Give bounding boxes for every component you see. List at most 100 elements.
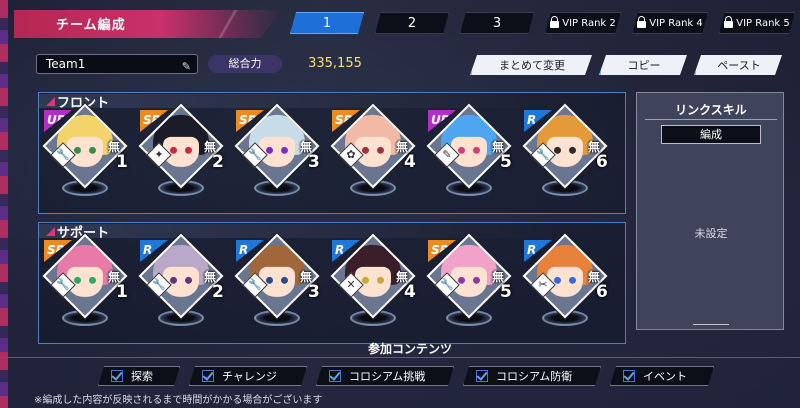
content-toggle-colosseum-defense[interactable]: コロシアム防衛 — [463, 366, 601, 386]
link-skill-edit-button[interactable]: 編成 — [661, 125, 761, 144]
content-toggle-explore[interactable]: 探索 — [98, 366, 180, 386]
slot-number: 5 — [500, 282, 512, 302]
weapon-glyph: ✦ — [154, 148, 164, 161]
weapon-glyph: 🔧 — [248, 278, 262, 291]
content-label: 探索 — [131, 370, 153, 383]
eye — [170, 276, 177, 284]
character-slot[interactable]: R 🔧 無 3 — [234, 233, 326, 346]
eye — [569, 146, 576, 154]
link-skill-empty: 未設定 — [694, 227, 728, 240]
eye — [185, 276, 192, 284]
eye — [377, 276, 384, 284]
character-slot[interactable]: SR 🔧 無 1 — [42, 233, 134, 346]
weapon-glyph: 🔧 — [440, 278, 454, 291]
slot-number: 3 — [308, 152, 320, 172]
eye — [89, 146, 96, 154]
total-power-label: 総合力 — [208, 55, 282, 73]
eye — [473, 276, 480, 284]
tab-locked-vip2[interactable]: VIP Rank 2 — [545, 12, 621, 34]
character-slot[interactable]: UR 🔧 無 1 — [42, 103, 134, 216]
eye — [185, 146, 192, 154]
weapon-glyph: 🔧 — [56, 278, 70, 291]
eye — [89, 276, 96, 284]
character-slot[interactable]: SR 🔧 無 5 — [426, 233, 518, 346]
action-buttons: まとめて変更 コピー ペースト — [470, 55, 782, 75]
tab-locked-label: VIP Rank 5 — [736, 17, 790, 29]
weapon-glyph: ✿ — [346, 148, 356, 161]
eye — [362, 276, 369, 284]
link-skill-title: リンクスキル — [675, 103, 747, 117]
panel-decoration — [693, 319, 729, 325]
character-slot[interactable]: R 🔧 無 2 — [138, 233, 230, 346]
tab-team-3[interactable]: 3 — [460, 12, 534, 34]
slot-number: 3 — [308, 282, 320, 302]
eye — [473, 146, 480, 154]
weapon-glyph: ✎ — [442, 148, 452, 161]
pen-icon[interactable]: ✎ — [182, 58, 191, 76]
divider — [645, 119, 777, 120]
checkbox-icon — [111, 370, 123, 382]
copy-button[interactable]: コピー — [599, 55, 687, 75]
bulk-change-button[interactable]: まとめて変更 — [470, 55, 592, 75]
checkbox-icon — [202, 370, 214, 382]
content-label: コロシアム挑戦 — [349, 370, 426, 383]
lock-icon — [724, 20, 733, 29]
content-label: コロシアム防衛 — [496, 370, 573, 383]
slot-number: 6 — [596, 282, 608, 302]
footnote: ※編成した内容が反映されるまで時間がかかる場合がございます — [34, 395, 323, 406]
slot-number: 2 — [212, 152, 224, 172]
content-label: イベント — [643, 370, 687, 383]
eye — [74, 146, 81, 154]
contents-list: 探索 チャレンジ コロシアム挑戦 コロシアム防衛 イベント — [98, 366, 714, 386]
weapon-glyph: 🔧 — [152, 278, 166, 291]
content-toggle-challenge[interactable]: チャレンジ — [189, 366, 307, 386]
divider — [0, 357, 800, 358]
tab-locked-vip5[interactable]: VIP Rank 5 — [719, 12, 795, 34]
checkbox-icon — [329, 370, 341, 382]
page-title: チーム編成 — [56, 18, 126, 33]
character-slot[interactable]: R ✂ 無 6 — [522, 233, 614, 346]
character-slot[interactable]: SR 🔧 無 3 — [234, 103, 326, 216]
content-toggle-colosseum-challenge[interactable]: コロシアム挑戦 — [316, 366, 454, 386]
eye — [266, 276, 273, 284]
eye — [554, 276, 561, 284]
slot-number: 1 — [116, 152, 128, 172]
left-decor-strip — [0, 0, 8, 408]
tab-locked-vip4[interactable]: VIP Rank 4 — [632, 12, 708, 34]
checkbox-icon — [623, 370, 635, 382]
slot-number: 1 — [116, 282, 128, 302]
eye — [569, 276, 576, 284]
content-toggle-event[interactable]: イベント — [610, 366, 714, 386]
tab-locked-label: VIP Rank 4 — [649, 17, 703, 29]
slot-number: 6 — [596, 152, 608, 172]
eye — [281, 146, 288, 154]
character-slot[interactable]: R 🔧 無 6 — [522, 103, 614, 216]
total-power-value: 335,155 — [308, 56, 362, 71]
character-slot[interactable]: R ✕ 無 4 — [330, 233, 422, 346]
slot-number: 4 — [404, 282, 416, 302]
eye — [377, 146, 384, 154]
character-slot[interactable]: UR ✎ 無 5 — [426, 103, 518, 216]
tab-team-2[interactable]: 2 — [375, 12, 449, 34]
eye — [170, 146, 177, 154]
weapon-glyph: 🔧 — [248, 148, 262, 161]
eye — [266, 146, 273, 154]
tab-locked-label: VIP Rank 2 — [562, 17, 616, 29]
checkbox-icon — [476, 370, 488, 382]
link-skill-panel: リンクスキル 編成 未設定 — [636, 92, 784, 330]
eye — [554, 146, 561, 154]
paste-button[interactable]: ペースト — [694, 55, 782, 75]
team-name-field[interactable]: Team1 ✎ — [36, 54, 198, 74]
team-tabs: 1 2 3 VIP Rank 2 VIP Rank 4 VIP Rank 5 — [290, 12, 795, 34]
weapon-glyph: 🔧 — [56, 148, 70, 161]
tab-team-1[interactable]: 1 — [290, 12, 364, 34]
eye — [362, 146, 369, 154]
title-banner — [14, 10, 282, 38]
contents-title: 参加コンテンツ — [367, 342, 452, 356]
slot-number: 4 — [404, 152, 416, 172]
slot-number: 5 — [500, 152, 512, 172]
content-label: チャレンジ — [222, 370, 277, 383]
character-slot[interactable]: SR ✿ 無 4 — [330, 103, 422, 216]
eye — [458, 276, 465, 284]
character-slot[interactable]: SR ✦ 無 2 — [138, 103, 230, 216]
